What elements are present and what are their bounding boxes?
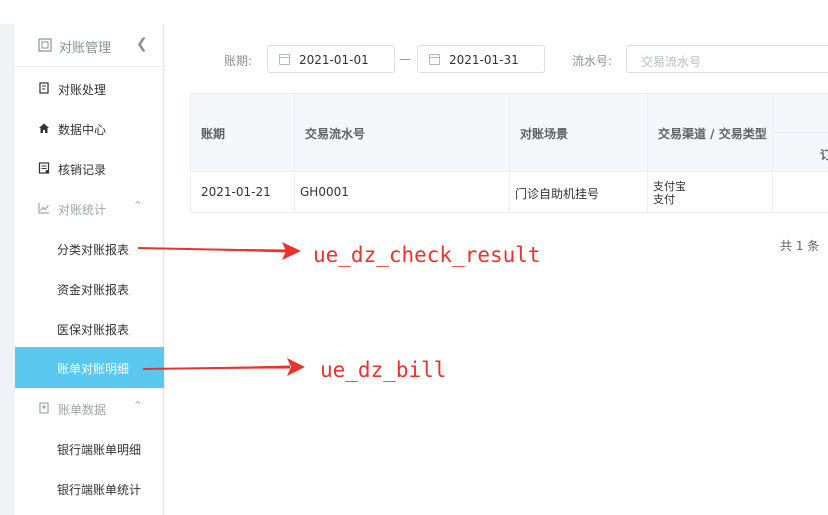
serial-number-input[interactable]: 交易流水号 [626, 45, 828, 73]
calendar-icon [279, 54, 290, 65]
sidebar-item-bank-bill-stats[interactable]: 银行端账单统计 [15, 469, 164, 509]
reconcile-icon [38, 38, 52, 52]
serial-label: 流水号: [572, 54, 613, 68]
pagination-total: 共 1 条 [780, 239, 820, 253]
sidebar-item-writeoff-records[interactable]: 核销记录 [15, 149, 164, 189]
start-date-value: 2021-01-01 [299, 53, 369, 67]
table-header: 账期 交易流水号 对账场景 交易渠道 / 交易类型 订 [191, 94, 828, 172]
sidebar-title: 对账管理 [59, 41, 112, 56]
column-subheader-partial: 订 [820, 148, 828, 162]
serial-number-placeholder: 交易流水号 [641, 55, 702, 69]
sidebar-group-label: 账单数据 [58, 403, 107, 417]
sidebar-item-label: 银行端账单统计 [57, 483, 142, 497]
collapse-sidebar-icon[interactable]: ❮ [136, 36, 148, 52]
sidebar-header: 对账管理 ❮ [15, 24, 163, 67]
column-header-period[interactable]: 账期 [191, 94, 295, 172]
cell-period: 2021-01-21 [191, 172, 295, 213]
sidebar-item-fund-report[interactable]: 资金对账报表 [15, 269, 164, 309]
page: 对账管理 ❮ 对账处理 数据中心 核销记录 对账统计 ⌃ 分类对账报表 资金对账… [0, 0, 828, 515]
date-range-separator: — [399, 52, 411, 66]
top-bar [0, 0, 828, 24]
column-header-serial[interactable]: 交易流水号 [295, 94, 510, 172]
column-group-header [773, 94, 828, 133]
home-icon [39, 123, 49, 133]
sidebar-item-data-center[interactable]: 数据中心 [15, 109, 164, 149]
sidebar-item-label: 核销记录 [58, 163, 107, 177]
sidebar-item-reconcile-process[interactable]: 对账处理 [15, 69, 164, 109]
sidebar-item-label: 数据中心 [58, 123, 107, 137]
annotation-label-check-result: ue_dz_check_result [313, 243, 541, 267]
sidebar-item-insurance-report[interactable]: 医保对账报表 [15, 309, 164, 349]
period-label: 账期: [224, 54, 253, 68]
start-date-picker[interactable]: 2021-01-01 [267, 45, 395, 73]
chevron-up-icon: ⌃ [133, 399, 143, 412]
bill-detail-table: 账期 交易流水号 对账场景 交易渠道 / 交易类型 订 2021-01-21 G… [190, 93, 828, 213]
sidebar-item-bank-bill-detail[interactable]: 银行端账单明细 [15, 429, 164, 469]
sidebar-item-category-report[interactable]: 分类对账报表 [15, 229, 164, 269]
box-icon [39, 402, 49, 414]
sidebar-item-label: 医保对账报表 [57, 323, 130, 337]
channel-line-2: 支付 [653, 193, 675, 206]
annotation-label-bill: ue_dz_bill [320, 358, 447, 382]
cell-channel: 支付宝 支付 [648, 172, 773, 213]
sidebar-item-label: 对账处理 [58, 83, 107, 97]
column-header-channel[interactable]: 交易渠道 / 交易类型 [648, 94, 773, 172]
list-icon [38, 162, 50, 174]
sidebar: 对账管理 ❮ 对账处理 数据中心 核销记录 对账统计 ⌃ 分类对账报表 资金对账… [15, 24, 164, 515]
column-header-scene[interactable]: 对账场景 [510, 94, 648, 172]
chart-icon [38, 203, 49, 214]
sidebar-group-bill-data[interactable]: 账单数据 ⌃ [15, 389, 164, 429]
end-date-picker[interactable]: 2021-01-31 [417, 45, 545, 73]
cell-scene: 门诊自助机挂号 [510, 172, 648, 213]
sidebar-item-label: 银行端账单明细 [57, 443, 142, 457]
channel-line-1: 支付宝 [653, 180, 686, 193]
cell-extra [773, 172, 828, 213]
cell-serial: GH0001 [295, 172, 510, 213]
sidebar-item-label: 账单对账明细 [57, 362, 130, 376]
sidebar-group-reconcile-stats[interactable]: 对账统计 ⌃ [15, 189, 164, 229]
sidebar-item-bill-detail[interactable]: 账单对账明细 [15, 347, 164, 388]
doc-icon [39, 82, 49, 94]
calendar-icon [429, 54, 440, 65]
sidebar-item-label: 资金对账报表 [57, 283, 130, 297]
end-date-value: 2021-01-31 [449, 53, 519, 67]
chevron-up-icon: ⌃ [133, 199, 143, 212]
main-content: 账期: 2021-01-01 — 2021-01-31 流水号: 交易流水号 账… [165, 24, 828, 515]
sidebar-group-label: 对账统计 [58, 203, 107, 217]
table-row[interactable]: 2021-01-21 GH0001 门诊自助机挂号 支付宝 支付 [191, 172, 828, 213]
sidebar-item-label: 分类对账报表 [57, 243, 130, 257]
